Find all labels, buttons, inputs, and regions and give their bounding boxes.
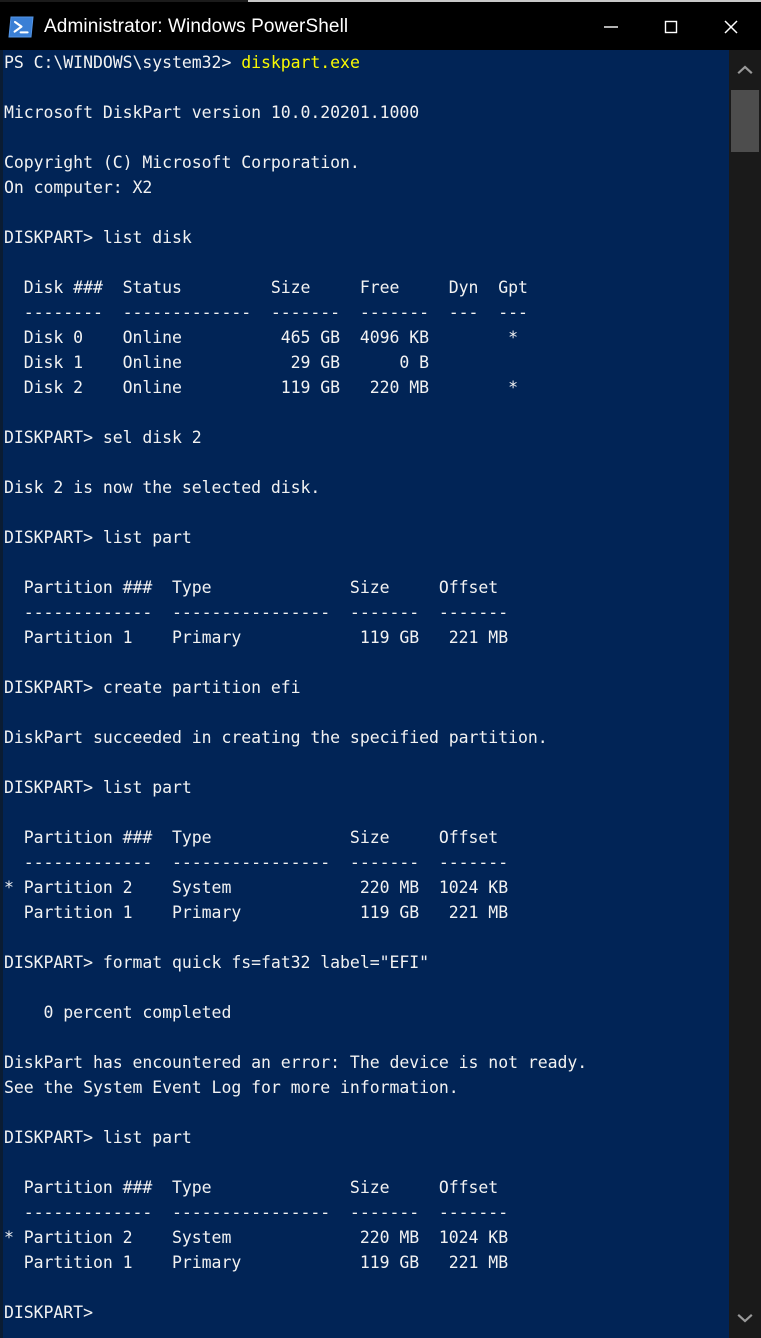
- console-line: Disk 2 Online 119 GB 220 MB *: [4, 375, 729, 400]
- console-line: [4, 1275, 729, 1300]
- console-line: Disk 2 is now the selected disk.: [4, 475, 729, 500]
- powershell-icon: [8, 14, 34, 40]
- console-line: DISKPART> list part: [4, 525, 729, 550]
- console-line: Partition ### Type Size Offset: [4, 1175, 729, 1200]
- chevron-up-icon[interactable]: [729, 54, 761, 86]
- console-line: * Partition 2 System 220 MB 1024 KB: [4, 1225, 729, 1250]
- background-window-segment-4: [735, 0, 761, 2]
- console-line: Partition 1 Primary 119 GB 221 MB: [4, 625, 729, 650]
- console-text: PS C:\WINDOWS\system32> diskpart.exe Mic…: [4, 50, 729, 1325]
- console-line: ------------- ---------------- ------- -…: [4, 1200, 729, 1225]
- vertical-scrollbar[interactable]: [729, 50, 761, 1338]
- console-line: Partition 1 Primary 119 GB 221 MB: [4, 900, 729, 925]
- console-line: Disk 1 Online 29 GB 0 B: [4, 350, 729, 375]
- console-line: 0 percent completed: [4, 1000, 729, 1025]
- console-line: DISKPART>: [4, 1300, 729, 1325]
- command-token: diskpart.exe: [241, 53, 360, 72]
- console-line: DISKPART> create partition efi: [4, 675, 729, 700]
- console-line: [4, 975, 729, 1000]
- console-line: [4, 200, 729, 225]
- window-title: Administrator: Windows PowerShell: [44, 16, 348, 38]
- console-line: Partition ### Type Size Offset: [4, 575, 729, 600]
- console-line: Partition ### Type Size Offset: [4, 825, 729, 850]
- console-line: [4, 125, 729, 150]
- console-line: [4, 250, 729, 275]
- maximize-button[interactable]: [641, 3, 701, 50]
- scrollbar-thumb[interactable]: [731, 90, 759, 152]
- console-line: Partition 1 Primary 119 GB 221 MB: [4, 1250, 729, 1275]
- console-line: PS C:\WINDOWS\system32> diskpart.exe: [4, 50, 729, 75]
- console-line: DISKPART> format quick fs=fat32 label="E…: [4, 950, 729, 975]
- chevron-down-icon[interactable]: [729, 1302, 761, 1334]
- console-line: See the System Event Log for more inform…: [4, 1075, 729, 1100]
- console-line: ------------- ---------------- ------- -…: [4, 850, 729, 875]
- console-line: Disk 0 Online 465 GB 4096 KB *: [4, 325, 729, 350]
- console-line: ------------- ---------------- ------- -…: [4, 600, 729, 625]
- console-line: [4, 1100, 729, 1125]
- console-body: PS C:\WINDOWS\system32> diskpart.exe Mic…: [0, 50, 761, 1338]
- console-line: DISKPART> sel disk 2: [4, 425, 729, 450]
- console-line: -------- ------------- ------- ------- -…: [4, 300, 729, 325]
- title-bar[interactable]: Administrator: Windows PowerShell: [0, 3, 761, 50]
- console-line: Copyright (C) Microsoft Corporation.: [4, 150, 729, 175]
- console-line: [4, 700, 729, 725]
- console-line: [4, 75, 729, 100]
- title-bar-left: Administrator: Windows PowerShell: [0, 14, 581, 40]
- console-line: DISKPART> list disk: [4, 225, 729, 250]
- console-line: [4, 500, 729, 525]
- background-window-segment-2: [248, 0, 583, 2]
- background-window-segment-1: [0, 0, 248, 2]
- console-output-area[interactable]: PS C:\WINDOWS\system32> diskpart.exe Mic…: [3, 50, 729, 1338]
- console-line: [4, 650, 729, 675]
- console-line: [4, 400, 729, 425]
- background-window-segment-3: [583, 0, 735, 2]
- console-line: [4, 1150, 729, 1175]
- console-line: DiskPart has encountered an error: The d…: [4, 1050, 729, 1075]
- console-line: [4, 800, 729, 825]
- console-line: On computer: X2: [4, 175, 729, 200]
- console-line: [4, 925, 729, 950]
- console-line: [4, 550, 729, 575]
- console-line: DISKPART> list part: [4, 1125, 729, 1150]
- powershell-window: Administrator: Windows PowerShell: [0, 0, 761, 1338]
- console-line: DiskPart succeeded in creating the speci…: [4, 725, 729, 750]
- console-line: Microsoft DiskPart version 10.0.20201.10…: [4, 100, 729, 125]
- window-controls: [581, 3, 761, 50]
- console-line: [4, 1025, 729, 1050]
- minimize-button[interactable]: [581, 3, 641, 50]
- close-button[interactable]: [701, 3, 761, 50]
- console-line: [4, 450, 729, 475]
- console-line: Disk ### Status Size Free Dyn Gpt: [4, 275, 729, 300]
- console-line: * Partition 2 System 220 MB 1024 KB: [4, 875, 729, 900]
- console-line: [4, 750, 729, 775]
- console-line: DISKPART> list part: [4, 775, 729, 800]
